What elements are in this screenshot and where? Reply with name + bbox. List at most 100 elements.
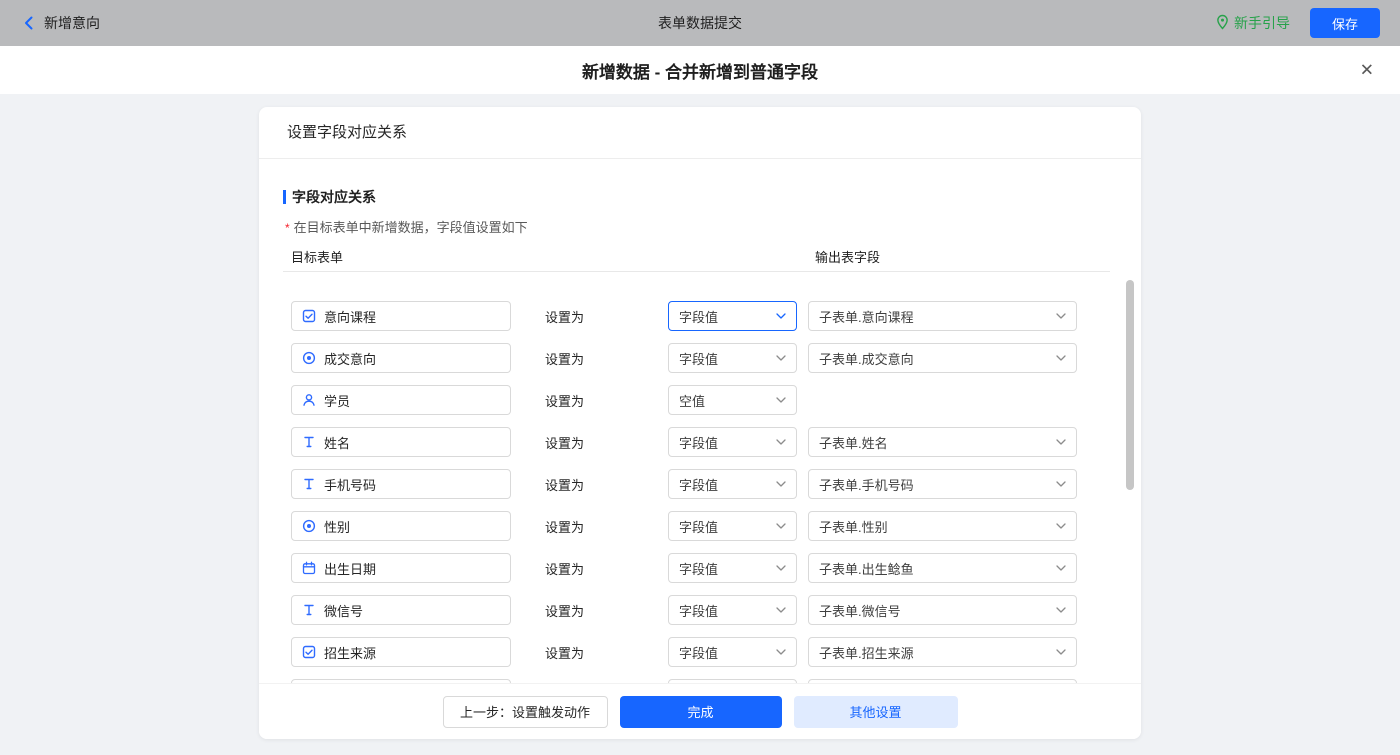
mode-select[interactable]: 字段值 [668,553,797,583]
checkbox-icon [302,645,316,659]
mapping-row: 学员 设置为 空值 [291,385,1141,415]
set-as-label: 设置为 [545,433,587,452]
hint-label: 在目标表单中新增数据，字段值设置如下 [294,220,528,235]
chevron-down-icon [1056,355,1066,361]
field-label: 微信号 [324,601,363,620]
mapping-row: 姓名 设置为 字段值 子表单.姓名 [291,427,1141,457]
source-field[interactable] [291,679,511,683]
field-label: 招生来源 [324,643,376,662]
mode-select[interactable] [668,679,797,683]
back-label[interactable]: 新增意向 [44,13,100,33]
chevron-down-icon [776,565,786,571]
section-accent-bar [283,190,286,204]
mode-select[interactable]: 字段值 [668,301,797,331]
hint-text: * 在目标表单中新增数据，字段值设置如下 [285,217,1141,233]
text-icon [302,435,316,449]
mapping-row: 设置为 [291,679,1141,683]
target-select-value: 子表单.微信号 [819,601,901,620]
set-as-label: 设置为 [545,643,587,662]
person-icon [302,393,316,407]
target-select[interactable] [808,679,1077,683]
back-nav[interactable]: 新增意向 [20,13,100,33]
mode-select[interactable]: 字段值 [668,343,797,373]
source-field[interactable]: 性别 [291,511,511,541]
target-select-value: 子表单.招生来源 [819,643,914,662]
chevron-down-icon [776,355,786,361]
location-pin-icon [1216,14,1229,33]
set-as-label: 设置为 [545,391,587,410]
mode-select[interactable]: 空值 [668,385,797,415]
page-title: 新增数据 - 合并新增到普通字段 [582,58,818,83]
target-select[interactable]: 子表单.成交意向 [808,343,1077,373]
other-settings-button[interactable]: 其他设置 [794,696,958,728]
guide-label[interactable]: 新手引导 [1234,13,1290,33]
source-field[interactable]: 手机号码 [291,469,511,499]
mode-select[interactable]: 字段值 [668,427,797,457]
scrollbar[interactable] [1126,280,1134,490]
target-select-value: 子表单.姓名 [819,433,888,452]
field-label: 学员 [324,391,350,410]
mode-select-value: 字段值 [679,517,718,536]
target-select[interactable]: 子表单.手机号码 [808,469,1077,499]
target-select[interactable]: 子表单.姓名 [808,427,1077,457]
column-header-output: 输出表字段 [815,247,880,266]
target-select[interactable]: 子表单.意向课程 [808,301,1077,331]
mode-select[interactable]: 字段值 [668,469,797,499]
mode-select[interactable]: 字段值 [668,595,797,625]
target-select-value: 子表单.出生鲶鱼 [819,559,914,578]
chevron-down-icon [776,649,786,655]
save-button[interactable]: 保存 [1310,8,1380,38]
mode-select[interactable]: 字段值 [668,637,797,667]
target-select-value: 子表单.意向课程 [819,307,914,326]
target-select[interactable]: 子表单.微信号 [808,595,1077,625]
main-area: 设置字段对应关系 字段对应关系 * 在目标表单中新增数据，字段值设置如下 目标表单… [0,94,1400,755]
mapping-row: 微信号 设置为 字段值 子表单.微信号 [291,595,1141,625]
chevron-down-icon [1056,607,1066,613]
target-select[interactable]: 子表单.性别 [808,511,1077,541]
mapping-row: 意向课程 设置为 字段值 子表单.意向课程 [291,301,1141,331]
target-select[interactable]: 子表单.出生鲶鱼 [808,553,1077,583]
guide-link[interactable]: 新手引导 [1216,13,1290,33]
field-label: 手机号码 [324,475,376,494]
back-chevron-icon[interactable] [20,14,38,32]
chevron-down-icon [1056,481,1066,487]
source-field[interactable]: 微信号 [291,595,511,625]
source-field[interactable]: 出生日期 [291,553,511,583]
topbar: 新增意向 表单数据提交 新手引导 保存 [0,0,1400,46]
source-field[interactable]: 姓名 [291,427,511,457]
field-label: 姓名 [324,433,350,452]
set-as-label: 设置为 [545,559,587,578]
target-select-value: 子表单.性别 [819,517,888,536]
prev-step-button[interactable]: 上一步：设置触发动作 [443,696,608,728]
chevron-down-icon [776,523,786,529]
source-field[interactable]: 意向课程 [291,301,511,331]
chevron-down-icon [1056,565,1066,571]
target-select-value: 子表单.成交意向 [819,349,914,368]
mode-select-value: 字段值 [679,643,718,662]
chevron-down-icon [1056,313,1066,319]
set-as-label: 设置为 [545,349,587,368]
card-content: 字段对应关系 * 在目标表单中新增数据，字段值设置如下 目标表单 输出表字段 意向… [259,159,1141,683]
mapping-row: 性别 设置为 字段值 子表单.性别 [291,511,1141,541]
topbar-title: 表单数据提交 [658,13,742,33]
mapping-rows: 意向课程 设置为 字段值 子表单.意向课程 成交意向 设置为 字段值 [259,301,1141,683]
mode-select[interactable]: 字段值 [668,511,797,541]
card-title: 设置字段对应关系 [259,107,1141,159]
source-field[interactable]: 成交意向 [291,343,511,373]
required-asterisk: * [285,221,290,235]
section-title-label: 字段对应关系 [292,187,376,207]
chevron-down-icon [1056,439,1066,445]
section-title: 字段对应关系 [283,189,1141,205]
mode-select-value: 字段值 [679,601,718,620]
source-field[interactable]: 学员 [291,385,511,415]
target-select[interactable]: 子表单.招生来源 [808,637,1077,667]
text-icon [302,603,316,617]
mode-select-value: 字段值 [679,433,718,452]
topbar-actions: 新手引导 保存 [1216,8,1380,38]
field-label: 性别 [324,517,350,536]
close-icon[interactable]: ✕ [1360,62,1374,79]
source-field[interactable]: 招生来源 [291,637,511,667]
mode-select-value: 字段值 [679,475,718,494]
column-header-source: 目标表单 [291,247,343,266]
done-button[interactable]: 完成 [620,696,782,728]
